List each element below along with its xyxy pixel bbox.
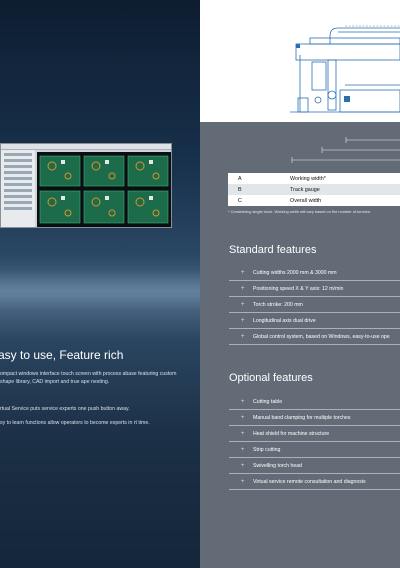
spec-row: B Track gauge (228, 184, 400, 195)
feature-text: Positioning speed X & Y axis: 12 m/min (253, 285, 344, 292)
machine-technical-drawing (290, 25, 400, 113)
list-item: + Virtual service remote consultation and… (229, 474, 400, 490)
list-item: + Global control system, based on Windows… (229, 329, 400, 345)
plus-icon: + (241, 301, 245, 308)
standard-features-title: Standard features (229, 244, 317, 256)
list-item: + Torch stroke: 200 mm (229, 297, 400, 313)
plus-icon: + (241, 333, 245, 340)
feature-text: Torch stroke: 200 mm (253, 301, 303, 308)
plus-icon: + (241, 269, 245, 276)
right-panel: A Working width* B Track gauge C Overall… (200, 0, 400, 568)
feature-text: Manual band clamping for multiple torche… (253, 414, 351, 421)
dimension-lines (291, 137, 400, 163)
software-screenshot (0, 143, 172, 228)
feature-text: Strip cutting (253, 446, 281, 453)
left-paragraph-3: sy to learn functions allow operators to… (0, 420, 150, 426)
left-panel: asy to use, Feature rich ompact windows … (0, 0, 200, 568)
plus-icon: + (241, 446, 245, 453)
optional-features-list: + Cutting table + Manual band clamping for… (229, 394, 400, 490)
spec-value: Track gauge (290, 186, 320, 193)
left-paragraph-1: ompact windows interface touch screen wi… (0, 371, 177, 385)
plus-icon: + (241, 398, 245, 405)
spec-row: A Working width* (228, 173, 400, 184)
spec-table: A Working width* B Track gauge C Overall… (228, 173, 400, 214)
list-item: + Manual band clamping for multiple torch… (229, 410, 400, 426)
feature-text: Swivelling torch head (253, 462, 303, 469)
spec-key: A (238, 175, 242, 182)
plus-icon: + (241, 414, 245, 421)
feature-text: Heat shield for machine structure (253, 430, 330, 437)
spec-value: Overall width (290, 197, 322, 204)
list-item: + Cutting widths 2000 mm & 3000 mm (229, 265, 400, 281)
feature-text: Cutting table (253, 398, 283, 405)
plus-icon: + (241, 478, 245, 485)
list-item: + Longitudinal axis dual drive (229, 313, 400, 329)
spec-key: C (238, 197, 242, 204)
list-item: + Strip cutting (229, 442, 400, 458)
spec-footnote: * Considering single torch. Working widt… (228, 209, 371, 214)
left-heading: asy to use, Feature rich (0, 348, 124, 362)
background-haze (0, 270, 200, 310)
feature-text: Cutting widths 2000 mm & 3000 mm (253, 269, 337, 276)
left-paragraph-2: rtual Service puts service experts one p… (0, 406, 130, 412)
standard-features-list: + Cutting widths 2000 mm & 3000 mm + Posit… (229, 265, 400, 345)
plus-icon: + (241, 462, 245, 469)
spec-value: Working width* (290, 175, 326, 182)
screenshot-sidebar (1, 150, 35, 227)
feature-text: Global control system, based on Windows,… (253, 333, 390, 340)
nesting-canvas (37, 152, 171, 227)
nesting-layout-graphic (39, 155, 169, 224)
spec-row: C Overall width (228, 195, 400, 206)
list-item: + Swivelling torch head (229, 458, 400, 474)
list-item: + Cutting table (229, 394, 400, 410)
plus-icon: + (241, 430, 245, 437)
spec-key: B (238, 186, 242, 193)
optional-features-title: Optional features (229, 372, 313, 384)
feature-text: Virtual service remote consultation and … (253, 478, 366, 485)
feature-text: Longitudinal axis dual drive (253, 317, 316, 324)
list-item: + Positioning speed X & Y axis: 12 m/min (229, 281, 400, 297)
plus-icon: + (241, 317, 245, 324)
plus-icon: + (241, 285, 245, 292)
list-item: + Heat shield for machine structure (229, 426, 400, 442)
